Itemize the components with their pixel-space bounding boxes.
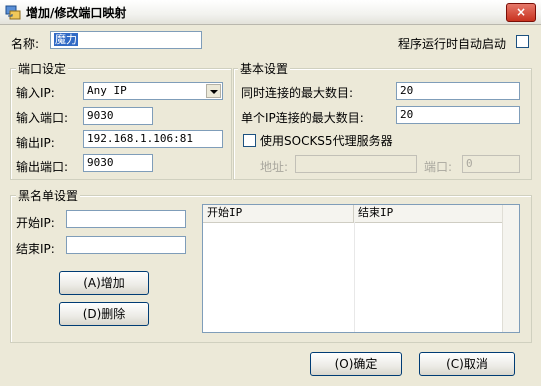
socks5-label: 使用SOCKS5代理服务器 — [260, 134, 393, 148]
autostart-checkbox[interactable] — [516, 35, 529, 48]
chevron-down-icon[interactable] — [206, 84, 221, 98]
name-input-value: 魔力 — [54, 33, 78, 46]
blacklist-title: 黑名单设置 — [16, 187, 81, 204]
basic-settings-title: 基本设置 — [238, 60, 291, 77]
start-ip-label: 开始IP: — [16, 216, 55, 230]
output-ip-label: 输出IP: — [16, 136, 55, 150]
autostart-label: 程序运行时自动启动 — [398, 37, 507, 51]
proxy-port-field[interactable]: 0 — [462, 155, 520, 173]
dialog-window: 增加/修改端口映射 × 名称: 魔力 程序运行时自动启动 端口设定 输入IP: … — [0, 0, 541, 386]
output-port-label: 输出端口: — [16, 160, 69, 174]
input-ip-value: Any IP — [87, 84, 127, 97]
column-header-start-ip[interactable]: 开始IP — [203, 205, 354, 222]
close-icon: × — [515, 5, 527, 19]
end-ip-label: 结束IP: — [16, 242, 55, 256]
max-connections-field[interactable]: 20 — [396, 82, 520, 100]
input-port-label: 输入端口: — [16, 111, 69, 125]
max-per-ip-label: 单个IP连接的最大数目: — [241, 111, 364, 125]
max-connections-label: 同时连接的最大数目: — [241, 86, 354, 100]
end-ip-field[interactable] — [66, 236, 186, 254]
ok-button[interactable]: (O)确定 — [310, 352, 402, 376]
column-divider — [354, 222, 355, 332]
port-settings-title: 端口设定 — [16, 60, 69, 77]
proxy-address-label: 地址: — [260, 160, 289, 174]
close-button[interactable]: × — [506, 3, 536, 22]
socks5-checkbox[interactable] — [243, 134, 256, 147]
input-ip-label: 输入IP: — [16, 86, 55, 100]
blacklist-table[interactable]: 开始IP 结束IP — [202, 204, 520, 333]
app-icon — [5, 5, 21, 20]
window-title: 增加/修改端口映射 — [26, 6, 127, 20]
cancel-button[interactable]: (C)取消 — [419, 352, 515, 376]
input-ip-select[interactable]: Any IP — [83, 82, 223, 100]
proxy-port-label: 端口: — [424, 160, 453, 174]
table-vertical-scrollbar[interactable] — [502, 205, 519, 332]
proxy-address-field[interactable] — [295, 155, 417, 173]
name-label: 名称: — [11, 37, 40, 51]
title-bar[interactable]: 增加/修改端口映射 × — [0, 0, 541, 25]
add-button[interactable]: (A)增加 — [59, 271, 149, 295]
delete-button[interactable]: (D)删除 — [59, 302, 149, 326]
output-ip-field[interactable]: 192.168.1.106:81 — [83, 130, 223, 148]
output-port-field[interactable]: 9030 — [83, 154, 153, 172]
start-ip-field[interactable] — [66, 210, 186, 228]
name-input[interactable]: 魔力 — [50, 31, 202, 49]
table-header: 开始IP 结束IP — [203, 205, 504, 223]
max-per-ip-field[interactable]: 20 — [396, 106, 520, 124]
column-header-end-ip[interactable]: 结束IP — [354, 205, 504, 222]
input-port-field[interactable]: 9030 — [83, 107, 153, 125]
